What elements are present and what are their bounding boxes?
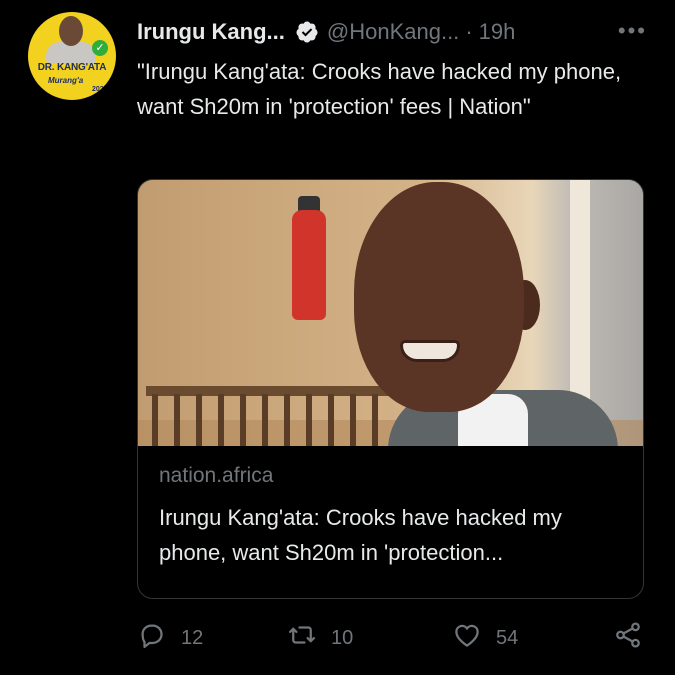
verified-badge-icon <box>295 20 319 44</box>
avatar[interactable]: ✓ DR. KANG'ATA Murang'a 2022 <box>28 12 116 100</box>
avatar-brand-text: DR. KANG'ATA <box>37 62 107 73</box>
link-card[interactable]: nation.africa Irungu Kang'ata: Crooks ha… <box>137 179 644 599</box>
tweet-timestamp[interactable]: 19h <box>479 19 516 45</box>
tweet-text: "Irungu Kang'ata: Crooks have hacked my … <box>137 59 622 119</box>
card-title: Irungu Kang'ata: Crooks have hacked my p… <box>159 505 562 565</box>
reply-button[interactable]: 12 <box>137 620 203 656</box>
share-icon <box>613 620 643 656</box>
reply-count: 12 <box>181 626 204 649</box>
more-icon[interactable]: ••• <box>618 18 647 44</box>
author-name[interactable]: Irungu Kang... <box>137 19 285 45</box>
tweet-actions: 12 10 54 <box>137 620 647 656</box>
avatar-figure-head <box>59 16 83 46</box>
card-image[interactable] <box>138 180 643 446</box>
tweet-header: Irungu Kang... @HonKang... · 19h ••• <box>137 14 647 50</box>
share-button[interactable] <box>613 620 643 656</box>
like-count: 54 <box>496 626 519 649</box>
portrait-face-graphic <box>354 182 524 412</box>
author-handle[interactable]: @HonKang... <box>327 19 459 45</box>
card-footer: nation.africa Irungu Kang'ata: Crooks ha… <box>159 464 623 570</box>
checkmark-icon: ✓ <box>92 40 108 56</box>
avatar-script-text: Murang'a <box>48 76 84 85</box>
tweet: ✓ DR. KANG'ATA Murang'a 2022 Irungu Kang… <box>0 0 675 675</box>
retweet-count: 10 <box>331 626 354 649</box>
avatar-year-text: 2022 <box>92 86 108 93</box>
like-button[interactable]: 54 <box>452 620 518 656</box>
card-domain: nation.africa <box>159 464 274 487</box>
reply-icon <box>137 620 167 656</box>
retweet-button[interactable]: 10 <box>287 620 353 656</box>
separator-dot: · <box>465 19 473 44</box>
heart-icon <box>452 620 482 656</box>
retweet-icon <box>287 620 317 656</box>
fire-extinguisher-graphic <box>292 210 326 320</box>
